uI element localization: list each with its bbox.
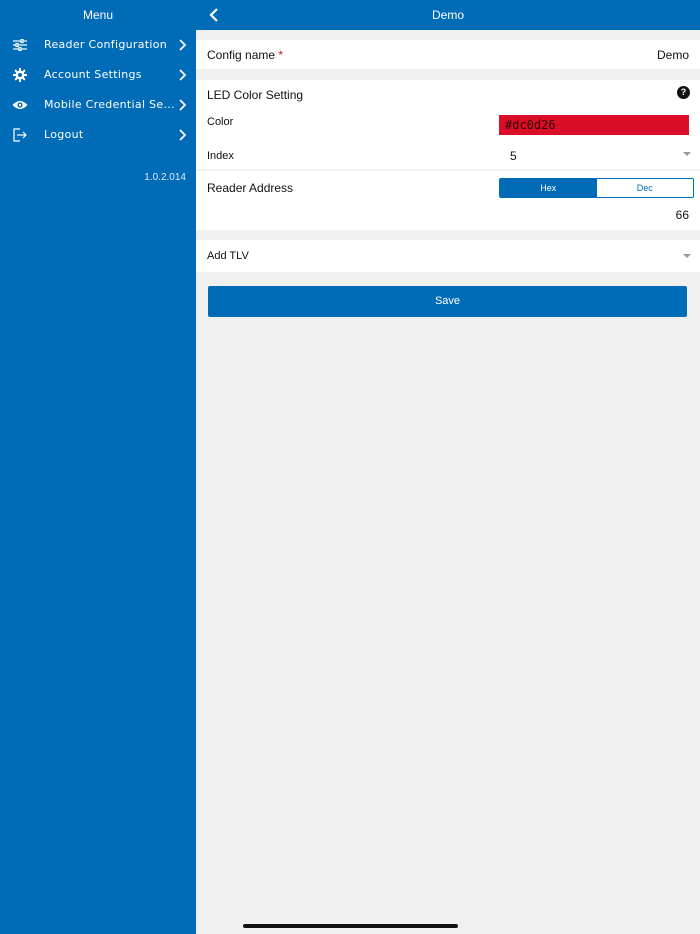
led-color-card: LED Color Setting ? Color #dc0d26 Index … [196,80,700,169]
sidebar-item-mobile-credential[interactable]: Mobile Credential Se... [0,90,196,120]
help-icon[interactable]: ? [677,86,690,99]
config-name-label: Config name * [207,48,283,62]
home-indicator [243,924,458,928]
sidebar-item-account-settings[interactable]: Account Settings [0,60,196,90]
page-title: Demo [431,8,464,22]
chevron-right-icon [178,98,188,112]
hex-dec-toggle[interactable]: Hex Dec [499,178,694,198]
logout-icon [12,127,28,143]
sidebar-item-label: Logout [44,128,84,141]
config-name-row[interactable]: Config name * Demo [196,40,700,69]
sidebar-menu: Menu Reader Configuration Account Settin… [0,0,196,934]
save-button[interactable]: Save [208,286,687,317]
required-mark: * [278,48,284,62]
app-version: 1.0.2.014 [144,172,186,183]
eye-icon [12,97,28,113]
gear-icon [12,67,28,83]
add-tlv-label: Add TLV [207,250,249,262]
config-form: Config name * Demo LED Color Setting ? C… [196,30,700,934]
hex-segment[interactable]: Hex [500,179,597,197]
top-bar: Demo [196,0,700,30]
reader-address-value[interactable]: 66 [676,208,689,222]
chevron-right-icon [178,128,188,142]
config-name-value[interactable]: Demo [657,48,689,62]
index-value[interactable]: 5 [510,149,517,163]
color-label: Color [207,116,234,128]
sidebar-item-logout[interactable]: Logout [0,120,196,150]
color-value-field[interactable]: #dc0d26 [499,115,689,135]
add-tlv-row[interactable]: Add TLV [196,240,700,272]
led-section-title: LED Color Setting [207,88,304,102]
dropdown-caret-icon[interactable] [683,254,691,258]
sidebar-item-label: Mobile Credential Se... [44,98,175,111]
index-label: Index [207,150,234,162]
sidebar-item-label: Account Settings [44,68,142,81]
chevron-right-icon [178,38,188,52]
sliders-icon [12,37,28,53]
config-name-label-text: Config name [207,48,276,62]
chevron-right-icon [178,68,188,82]
reader-address-label: Reader Address [207,181,294,195]
reader-address-card: Reader Address Hex Dec 66 [196,171,700,230]
dec-segment[interactable]: Dec [596,179,693,197]
sidebar-item-reader-configuration[interactable]: Reader Configuration [0,30,196,60]
dropdown-caret-icon[interactable] [683,152,691,156]
sidebar-title: Menu [82,8,114,22]
back-chevron-icon[interactable] [208,7,220,23]
sidebar-item-label: Reader Configuration [44,38,168,51]
